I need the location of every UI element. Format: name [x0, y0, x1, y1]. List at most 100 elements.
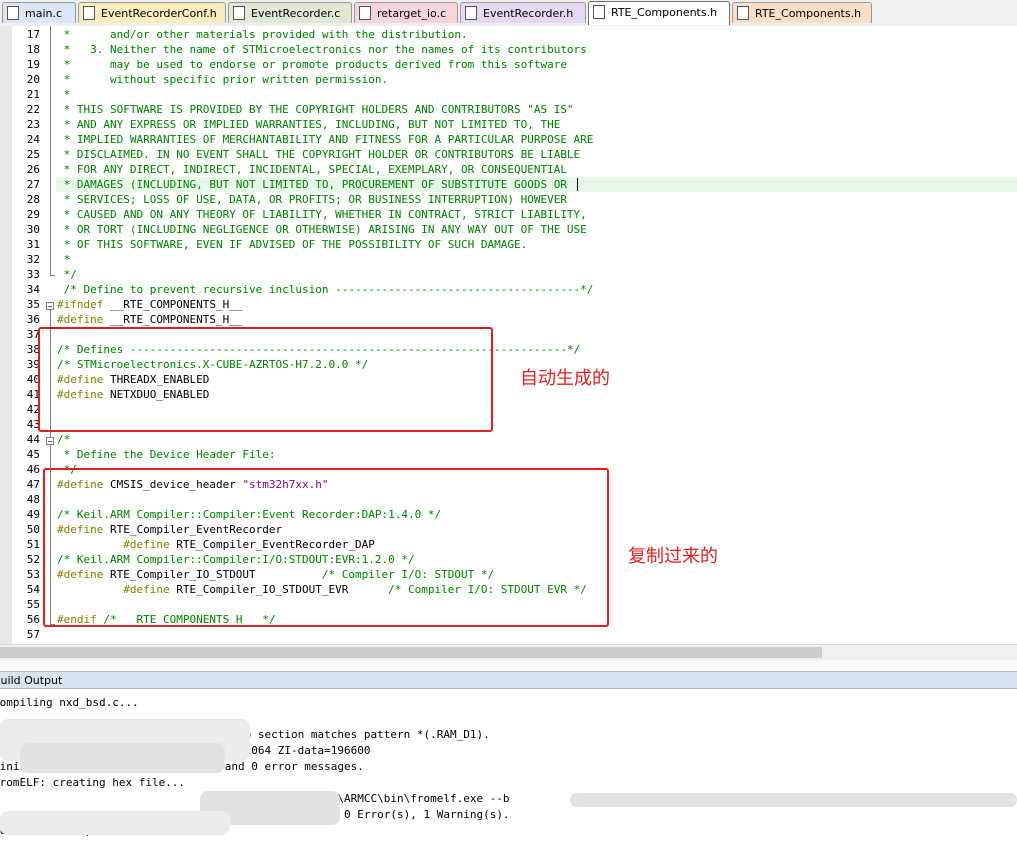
line-number: 43 [26, 418, 40, 431]
fold-line [50, 26, 51, 275]
line-number: 17 [26, 28, 40, 41]
line-number: 24 [26, 133, 40, 146]
editor-tab-bar: main.c EventRecorderConf.h EventRecorder… [0, 0, 1017, 27]
code-line: /* [57, 433, 71, 446]
line-number: 22 [26, 103, 40, 116]
line-number: 29 [26, 208, 40, 221]
line-number: 54 [26, 583, 40, 596]
line-number: 35 [26, 298, 40, 311]
tab-retarget-io-c[interactable]: retarget_io.c [354, 2, 458, 23]
line-number: 46 [26, 463, 40, 476]
output-line: compiling nxd_bsd.c... [0, 696, 139, 709]
line-number: 32 [26, 253, 40, 266]
annotation-box-auto-generated [38, 327, 493, 432]
build-output-panel[interactable]: compiling nxd_bsd.c... arning: L6314W: N… [0, 693, 1017, 841]
line-number: 30 [26, 223, 40, 236]
file-icon [465, 6, 477, 20]
line-number: 56 [26, 613, 40, 626]
tab-main-c[interactable]: main.c [2, 2, 76, 23]
line-number: 20 [26, 73, 40, 86]
line-number: 45 [26, 448, 40, 461]
file-icon [83, 6, 95, 20]
code-line: * DISCLAIMED. IN NO EVENT SHALL THE COPY… [57, 148, 581, 161]
code-line: * FOR ANY DIRECT, INDIRECT, INCIDENTAL, … [57, 163, 567, 176]
code-line: * Define the Device Header File: [57, 448, 276, 461]
line-number: 34 [26, 283, 40, 296]
redacted-region [570, 793, 1017, 807]
file-icon [233, 6, 245, 20]
tab-eventrecorder-c[interactable]: EventRecorder.c [228, 2, 352, 23]
line-number: 47 [26, 478, 40, 491]
line-number: 18 [26, 43, 40, 56]
code-line: * SERVICES; LOSS OF USE, DATA, OR PROFIT… [57, 193, 567, 206]
line-number: 37 [26, 328, 40, 341]
code-line: * [57, 253, 71, 266]
output-line: FromELF: creating hex file... [0, 776, 186, 789]
line-number: 25 [26, 148, 40, 161]
breakpoint-margin[interactable] [0, 26, 12, 644]
line-number: 39 [26, 358, 40, 371]
line-number: 36 [26, 313, 40, 326]
file-icon [593, 5, 605, 19]
line-number: 33 [26, 268, 40, 281]
tab-eventrecorder-h[interactable]: EventRecorder.h [460, 2, 586, 23]
tab-label: main.c [25, 7, 63, 20]
code-line: * IMPLIED WARRANTIES OF MERCHANTABILITY … [57, 133, 594, 146]
line-number: 41 [26, 388, 40, 401]
tab-label: EventRecorder.c [251, 7, 341, 20]
line-number: 19 [26, 58, 40, 71]
file-icon [7, 6, 19, 20]
line-number: 42 [26, 403, 40, 416]
line-number: 28 [26, 193, 40, 206]
line-number: 55 [26, 598, 40, 611]
file-icon [737, 6, 749, 20]
line-number: 53 [26, 568, 40, 581]
annotation-copied-over: 复制过来的 [628, 546, 718, 567]
code-line: * 3. Neither the name of STMicroelectron… [57, 43, 587, 56]
line-number: 21 [26, 88, 40, 101]
code-line: * may be used to endorse or promote prod… [57, 58, 567, 71]
code-line: * DAMAGES (INCLUDING, BUT NOT LIMITED TO… [57, 178, 567, 191]
line-number: 48 [26, 493, 40, 506]
line-number: 52 [26, 553, 40, 566]
redacted-region [20, 743, 225, 773]
line-number: 38 [26, 343, 40, 356]
line-number: 23 [26, 118, 40, 131]
tab-label: RTE_Components.h [755, 7, 862, 20]
line-number: 44 [26, 433, 40, 446]
splitter[interactable] [0, 660, 1017, 671]
code-line: * [57, 88, 71, 101]
line-number: 40 [26, 373, 40, 386]
fold-toggle-comment[interactable]: − [46, 437, 54, 446]
build-output-title-bar: Build Output [0, 671, 1017, 689]
line-number: 49 [26, 508, 40, 521]
code-line: * without specific prior written permiss… [57, 73, 389, 86]
file-icon [359, 6, 371, 20]
code-line: * OR TORT (INCLUDING NEGLIGENCE OR OTHER… [57, 223, 587, 236]
tab-rte-components-h-active[interactable]: RTE_Components.h [588, 1, 730, 25]
code-line: * THIS SOFTWARE IS PROVIDED BY THE COPYR… [57, 103, 574, 116]
line-number: 51 [26, 538, 40, 551]
line-number: 50 [26, 523, 40, 536]
code-line: * AND ANY EXPRESS OR IMPLIED WARRANTIES,… [57, 118, 561, 131]
code-line: #ifndef __RTE_COMPONENTS_H__ [57, 298, 243, 311]
line-number: 57 [26, 628, 40, 641]
code-line: /* Define to prevent recursive inclusion… [57, 283, 594, 296]
redacted-region [0, 811, 230, 835]
tab-label: retarget_io.c [377, 7, 447, 20]
fold-toggle-ifndef[interactable]: − [46, 302, 54, 311]
annotation-box-copied [43, 468, 609, 627]
horizontal-scrollbar[interactable] [0, 644, 1017, 661]
tab-rte-components-h[interactable]: RTE_Components.h [732, 2, 872, 23]
scrollbar-thumb[interactable] [0, 647, 822, 658]
line-number: 27 [26, 178, 40, 191]
code-line: */ [57, 268, 77, 281]
code-line: * CAUSED AND ON ANY THEORY OF LIABILITY,… [57, 208, 587, 221]
code-line: #define __RTE_COMPONENTS_H__ [57, 313, 243, 326]
text-caret [577, 178, 578, 191]
code-line: * and/or other materials provided with t… [57, 28, 468, 41]
tab-label: EventRecorderConf.h [101, 7, 217, 20]
tab-label: RTE_Components.h [611, 6, 718, 19]
tab-eventrecorderconf-h[interactable]: EventRecorderConf.h [78, 2, 226, 23]
annotation-auto-generated: 自动生成的 [520, 368, 610, 389]
